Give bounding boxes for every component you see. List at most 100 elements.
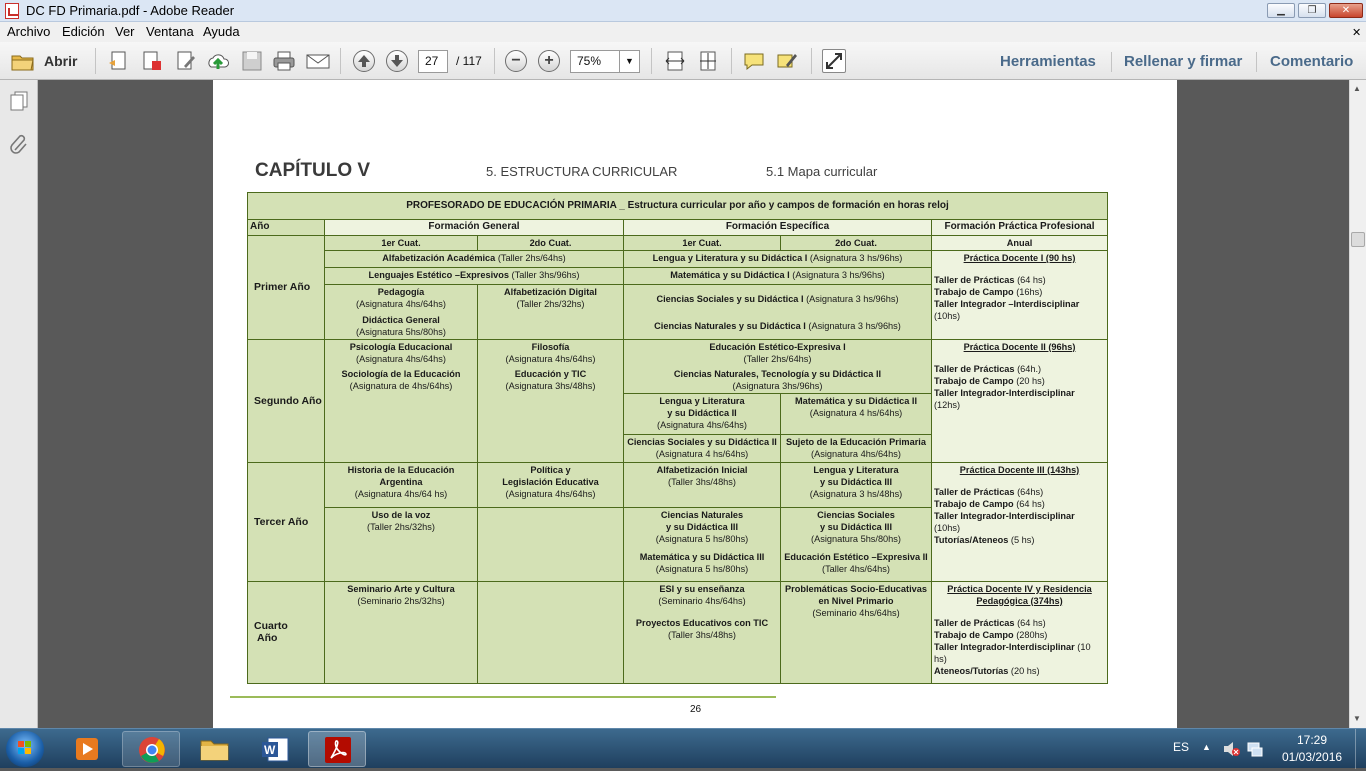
fit-page-button[interactable] xyxy=(696,49,720,73)
open-button[interactable]: Abrir xyxy=(8,48,84,74)
separator xyxy=(731,48,732,74)
zoom-dropdown-chevron-down-icon[interactable]: ▼ xyxy=(619,50,640,73)
subheader: Anual xyxy=(930,235,1109,251)
subject-cell: Ciencias Sociales y su Didáctica I (Asig… xyxy=(623,284,932,313)
pages-icon xyxy=(10,91,28,111)
subject-cell: Ciencias Naturales y su Didáctica III (Asi… xyxy=(623,506,781,550)
comment-button[interactable] xyxy=(742,49,766,73)
page-thumbnails-button[interactable] xyxy=(8,90,30,112)
edit-pdf-button[interactable] xyxy=(174,49,198,73)
year-label: Cuarto Año xyxy=(247,580,325,684)
chrome-icon[interactable] xyxy=(122,731,180,767)
taskbar: W ES ▲ 17:29 01/03/2016 xyxy=(0,728,1366,769)
attachments-button[interactable] xyxy=(8,132,30,154)
col-especifica-header: Formación Específica xyxy=(623,219,932,236)
subject-cell: Psicología Educacional (Asignatura 4hs/64… xyxy=(324,338,478,463)
table-row: Cuarto Año Seminario Arte y Cultura (Semin… xyxy=(247,580,1109,684)
herramientas-link[interactable]: Herramientas xyxy=(1000,53,1096,70)
fit-page-icon xyxy=(700,51,716,71)
create-pdf-button[interactable] xyxy=(107,49,131,73)
table-row: Primer Año 1er Cuat. 2do Cuat. 1er Cuat.… xyxy=(247,235,1109,340)
create-pdf-icon xyxy=(109,51,126,70)
subject-cell: Lengua y Literatura y su Didáctica III (As… xyxy=(780,461,932,508)
zoom-in-button[interactable]: + xyxy=(538,50,560,72)
adobe-reader-app-icon xyxy=(5,3,19,19)
comentario-link[interactable]: Comentario xyxy=(1270,53,1353,70)
subheader: 2do Cuat. xyxy=(477,235,624,251)
upload-button[interactable] xyxy=(206,49,230,73)
table-row: Tercer Año Historia de la Educación Argen… xyxy=(247,461,1109,582)
zoom-out-button[interactable]: − xyxy=(505,50,527,72)
restore-button[interactable]: ❐ xyxy=(1298,3,1326,18)
network-icon[interactable] xyxy=(1246,740,1264,758)
volume-muted-icon[interactable] xyxy=(1222,740,1240,758)
separator xyxy=(1256,52,1257,72)
table-title: PROFESORADO DE EDUCACIÓN PRIMARIA _ Estr… xyxy=(246,192,1109,220)
export-pdf-button[interactable] xyxy=(140,49,164,73)
fit-width-icon xyxy=(665,51,685,71)
speech-bubble-icon xyxy=(744,53,764,71)
close-button[interactable]: ✕ xyxy=(1329,3,1363,18)
subject-cell: Alfabetización Digital (Taller 2hs/32hs) xyxy=(477,284,624,340)
navigation-panel xyxy=(0,80,38,728)
windows-start-icon[interactable] xyxy=(6,731,44,767)
print-button[interactable] xyxy=(272,49,296,73)
word-icon[interactable]: W xyxy=(248,731,306,767)
media-player-icon[interactable] xyxy=(58,731,116,767)
scroll-down-icon[interactable]: ▼ xyxy=(1353,714,1361,723)
year-label: Tercer Año xyxy=(247,461,325,582)
folder-icon[interactable] xyxy=(185,731,243,767)
zoom-input[interactable]: 75% xyxy=(570,50,620,73)
document-viewport[interactable]: CAPÍTULO V 5. ESTRUCTURA CURRICULAR 5.1 … xyxy=(38,80,1349,728)
previous-page-button[interactable] xyxy=(353,50,375,72)
subsection-title: 5.1 Mapa curricular xyxy=(766,164,878,179)
subheader: 2do Cuat. xyxy=(780,235,932,251)
subject-cell: Pedagogía (Asignatura 4hs/64hs) xyxy=(324,284,478,313)
fit-width-button[interactable] xyxy=(663,49,687,73)
save-button[interactable] xyxy=(240,49,264,73)
highlight-button[interactable] xyxy=(775,49,799,73)
year-label: Primer Año xyxy=(247,235,325,340)
scroll-up-icon[interactable]: ▲ xyxy=(1353,84,1361,93)
table-row: Alfabetización Académica (Taller 2hs/64h… xyxy=(248,250,1109,340)
arrow-up-icon xyxy=(358,55,370,67)
subject-cell: Educación Estético –Expresiva II (Taller … xyxy=(780,550,932,582)
minimize-button[interactable]: ▁ xyxy=(1267,3,1295,18)
highlighter-icon xyxy=(777,54,797,68)
paperclip-icon xyxy=(10,134,27,154)
menu-ayuda[interactable]: Ayuda xyxy=(203,24,240,39)
menu-ventana[interactable]: Ventana xyxy=(146,24,194,39)
rellenar-firmar-link[interactable]: Rellenar y firmar xyxy=(1124,53,1242,70)
clock-date[interactable]: 01/03/2016 xyxy=(1282,750,1342,764)
show-desktop-button[interactable] xyxy=(1355,729,1366,769)
email-button[interactable] xyxy=(305,49,330,73)
subject-cell: Matemática y su Didáctica II (Asignatura … xyxy=(780,392,932,435)
menu-ver[interactable]: Ver xyxy=(115,24,135,39)
svg-text:W: W xyxy=(264,743,276,757)
menu-bar: Archivo Edición Ver Ventana Ayuda ✕ xyxy=(0,22,1366,42)
edit-pdf-icon xyxy=(177,51,195,70)
subject-cell: Ciencias Sociales y su Didáctica II (Asig… xyxy=(623,433,781,463)
tray-expand-icon[interactable]: ▲ xyxy=(1202,742,1211,752)
table-row: Segundo Año Psicología Educacional (Asign… xyxy=(247,338,1109,463)
clock-time[interactable]: 17:29 xyxy=(1297,733,1327,747)
menu-edicion[interactable]: Edición xyxy=(62,24,105,39)
subject-cell: Sujeto de la Educación Primaria (Asignatu… xyxy=(780,433,932,463)
printer-icon xyxy=(273,51,295,71)
menu-archivo[interactable]: Archivo xyxy=(7,24,50,39)
vertical-scrollbar[interactable]: ▲ ▼ xyxy=(1349,80,1366,728)
scrollbar-thumb[interactable] xyxy=(1351,232,1365,247)
fullscreen-button[interactable] xyxy=(822,49,846,73)
subject-cell: Alfabetización Académica (Taller 2hs/64h… xyxy=(324,250,624,268)
next-page-button[interactable] xyxy=(386,50,408,72)
page-number-input[interactable]: 27 xyxy=(418,50,448,73)
page-number: 26 xyxy=(690,704,702,715)
menu-close-doc-icon[interactable]: ✕ xyxy=(1352,26,1361,39)
pdf-page: CAPÍTULO V 5. ESTRUCTURA CURRICULAR 5.1 … xyxy=(213,80,1177,728)
separator xyxy=(811,48,812,74)
language-indicator[interactable]: ES xyxy=(1173,740,1189,754)
adobe-reader-icon[interactable] xyxy=(308,731,366,767)
subject-cell: Seminario Arte y Cultura (Seminario 2hs/3… xyxy=(324,580,478,684)
year-label: Segundo Año xyxy=(247,338,325,463)
subject-cell: Matemática y su Didáctica III (Asignatura… xyxy=(623,550,781,582)
